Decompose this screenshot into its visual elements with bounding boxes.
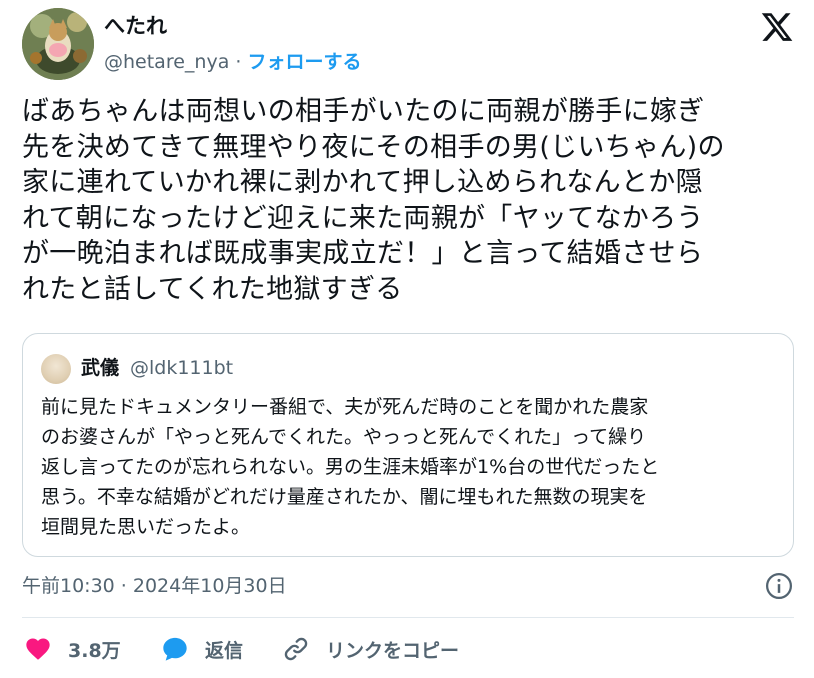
avatar-illustration (22, 8, 94, 80)
quote-author-handle: @ldk111bt (130, 357, 234, 379)
reply-label: 返信 (205, 639, 244, 662)
quote-author-avatar (41, 354, 71, 384)
handle-separator: · (235, 51, 242, 73)
divider (22, 617, 794, 618)
quote-author-name: 武儀 (81, 357, 120, 379)
heart-icon (26, 638, 50, 660)
author-display-name[interactable]: へたれ (104, 12, 167, 40)
like-count: 3.8万 (68, 639, 121, 662)
follow-button[interactable]: フォローする (247, 51, 361, 73)
info-icon[interactable] (764, 571, 794, 601)
author-handle-row: @hetare_nya · フォローする (104, 48, 362, 76)
x-logo-icon[interactable] (760, 10, 794, 44)
tweet-timestamp[interactable]: 午前10:30 · 2024年10月30日 (22, 572, 287, 600)
copy-link-button[interactable]: リンクをコピー (282, 632, 459, 666)
reply-button[interactable]: 返信 (161, 632, 243, 666)
copy-link-label: リンクをコピー (326, 639, 460, 662)
quoted-tweet[interactable]: 武儀 @ldk111bt 前に見たドキュメンタリー番組で、夫が死んだ時のことを聞… (22, 333, 794, 557)
quote-text: 前に見たドキュメンタリー番組で、夫が死んだ時のことを聞かれた農家 のお婆さんが「… (41, 396, 660, 538)
speech-bubble-icon (163, 637, 187, 661)
tweet-text: ばあちゃんは両想いの相手がいたのに両親が勝手に嫁ぎ 先を決めてきて無理やり夜にそ… (22, 96, 725, 305)
author-handle[interactable]: @hetare_nya (104, 51, 229, 73)
link-icon (284, 637, 308, 661)
author-avatar[interactable] (22, 8, 94, 80)
tweet-card: へたれ @hetare_nya · フォローする ばあちゃんは両想いの相手がいた… (0, 0, 814, 678)
like-button[interactable]: 3.8万 (24, 632, 121, 666)
